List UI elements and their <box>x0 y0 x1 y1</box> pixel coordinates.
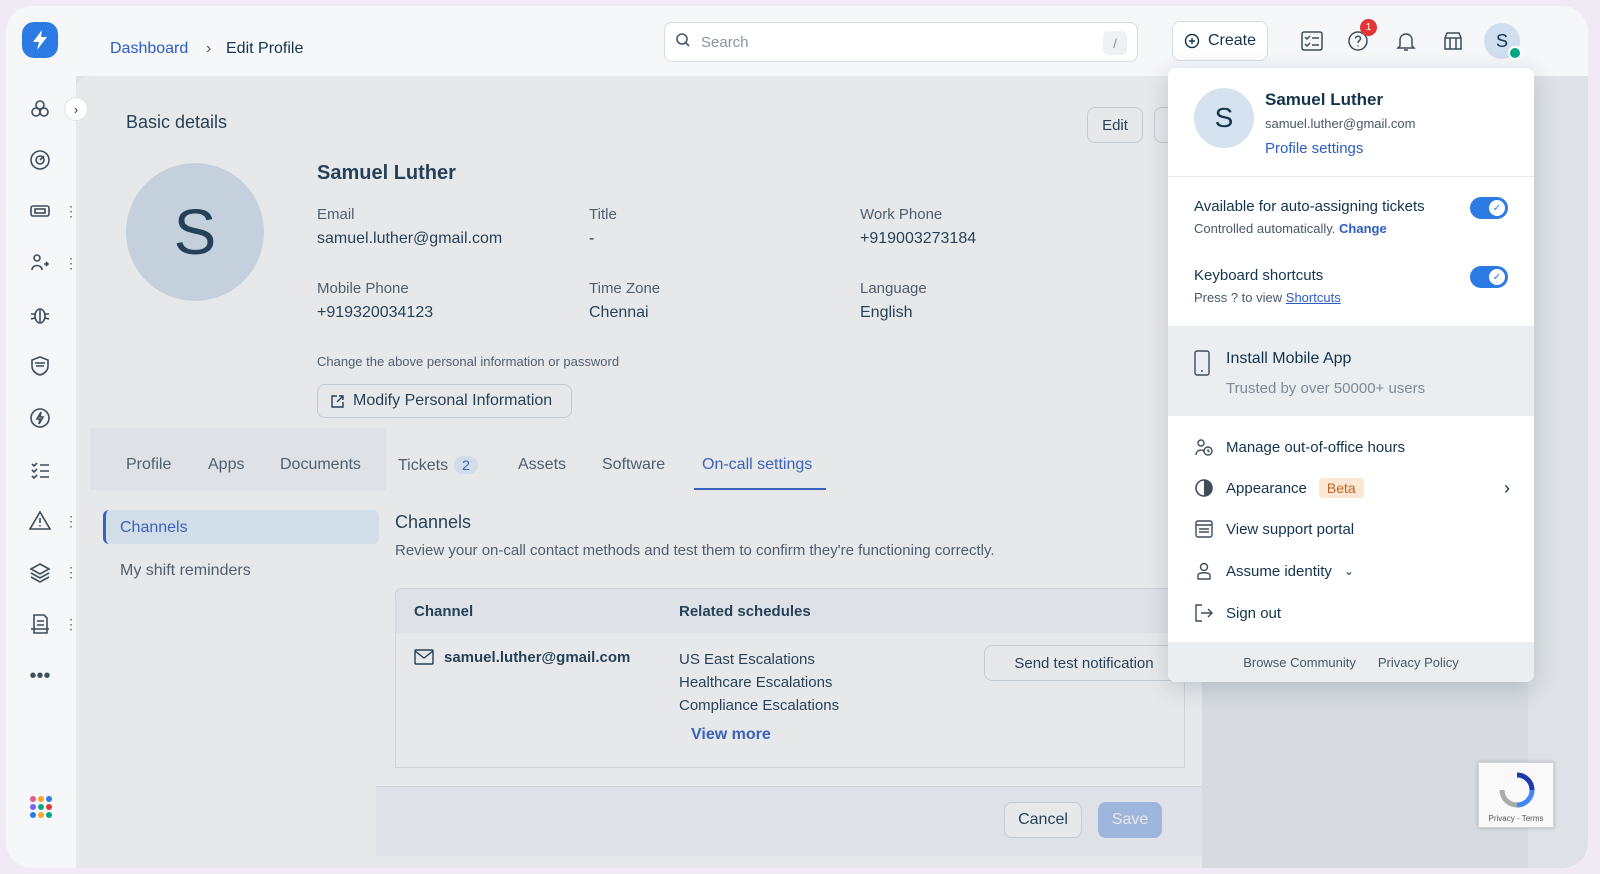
alert-more-icon[interactable]: ⋮ <box>64 513 78 529</box>
reports-icon[interactable] <box>27 611 53 637</box>
recaptcha-text: Privacy - Terms <box>1488 814 1544 823</box>
menu-avatar: S <box>1194 88 1254 148</box>
menu-footer: Browse Community Privacy Policy <box>1168 642 1534 682</box>
check-icon: ✓ <box>1489 269 1505 285</box>
beta-badge: Beta <box>1318 478 1364 498</box>
menu-user-name: Samuel Luther <box>1265 90 1384 109</box>
sign-out-icon <box>1194 603 1214 623</box>
presence-indicator <box>1508 46 1522 60</box>
changes-icon[interactable] <box>27 250 53 276</box>
speed-icon[interactable] <box>27 147 53 173</box>
mobile-phone-icon <box>1194 350 1210 381</box>
plus-circle-icon <box>1184 33 1200 49</box>
change-link[interactable]: Change <box>1339 221 1387 236</box>
appearance-icon <box>1194 478 1214 498</box>
privacy-policy-link[interactable]: Privacy Policy <box>1378 655 1459 670</box>
checklist-icon[interactable] <box>27 457 53 483</box>
auto-assign-sub-text: Controlled automatically. <box>1194 221 1336 236</box>
menu-item-assume-identity[interactable]: Assume identity ⌄ <box>1194 557 1514 585</box>
menu-item-label: Assume identity <box>1226 562 1332 580</box>
search-placeholder: Search <box>701 33 749 51</box>
shortcuts-label: Keyboard shortcuts <box>1194 267 1324 284</box>
menu-divider <box>1168 176 1534 177</box>
breadcrumb-separator-icon: › <box>206 40 212 57</box>
dashboard-icon[interactable] <box>27 96 53 122</box>
install-sub: Trusted by over 50000+ users <box>1226 380 1426 397</box>
menu-item-label: View support portal <box>1226 520 1355 538</box>
portal-icon <box>1194 519 1214 539</box>
tickets-more-icon[interactable]: ⋮ <box>64 203 78 219</box>
auto-assign-label: Available for auto-assigning tickets <box>1194 198 1425 215</box>
user-menu: S Samuel Luther samuel.luther@gmail.com … <box>1168 68 1534 682</box>
reports-more-icon[interactable]: ⋮ <box>64 616 78 632</box>
app-switcher-icon[interactable] <box>30 796 52 818</box>
create-label: Create <box>1207 32 1257 49</box>
menu-user-email: samuel.luther@gmail.com <box>1265 116 1416 131</box>
auto-assign-toggle[interactable]: ✓ <box>1470 197 1508 219</box>
menu-item-label: Manage out-of-office hours <box>1226 438 1405 456</box>
menu-item-label: Appearance <box>1226 479 1307 497</box>
menu-item-appearance[interactable]: Appearance Beta › <box>1194 474 1514 502</box>
recaptcha-icon <box>1499 772 1535 808</box>
search-shortcut-key: / <box>1103 31 1127 55</box>
breadcrumb-current: Edit Profile <box>226 40 304 57</box>
shortcuts-link[interactable]: Shortcuts <box>1286 290 1341 305</box>
recaptcha-badge[interactable]: Privacy - Terms <box>1478 762 1554 828</box>
left-nav-rail: ⋮ ⋮ ⋮ ⋮ ⋮ ••• <box>6 6 78 868</box>
auto-assign-sub: Controlled automatically. Change <box>1194 221 1387 236</box>
person-icon <box>1194 561 1214 581</box>
menu-item-out-of-office[interactable]: Manage out-of-office hours <box>1194 433 1514 461</box>
browse-community-link[interactable]: Browse Community <box>1243 655 1356 670</box>
tickets-icon[interactable] <box>27 198 53 224</box>
install-label: Install Mobile App <box>1226 350 1352 367</box>
approvals-icon[interactable] <box>1298 27 1326 55</box>
shortcuts-sub: Press ? to view Shortcuts <box>1194 290 1341 305</box>
shortcuts-toggle[interactable]: ✓ <box>1470 266 1508 288</box>
layers-icon[interactable] <box>27 559 53 585</box>
profile-settings-link[interactable]: Profile settings <box>1265 140 1363 157</box>
more-apps-icon[interactable]: ••• <box>27 663 53 689</box>
lightning-icon[interactable] <box>27 405 53 431</box>
changes-more-icon[interactable]: ⋮ <box>64 255 78 271</box>
install-app-item[interactable]: Install Mobile App Trusted by over 50000… <box>1168 326 1534 416</box>
store-icon[interactable] <box>1439 27 1467 55</box>
menu-item-support-portal[interactable]: View support portal <box>1194 515 1514 543</box>
search-icon <box>675 32 691 53</box>
out-of-office-icon <box>1194 437 1214 457</box>
shield-icon[interactable] <box>27 353 53 379</box>
layers-more-icon[interactable]: ⋮ <box>64 564 78 580</box>
help-badge: 1 <box>1360 19 1377 36</box>
alert-icon[interactable] <box>27 508 53 534</box>
chevron-down-icon: ⌄ <box>1343 564 1354 578</box>
create-button[interactable]: Create <box>1172 21 1268 61</box>
bell-icon[interactable] <box>1392 27 1420 55</box>
menu-item-label: Sign out <box>1226 604 1282 622</box>
chevron-right-icon: › <box>1504 477 1510 498</box>
search-input[interactable]: Search / <box>664 22 1138 62</box>
menu-item-sign-out[interactable]: Sign out <box>1194 599 1514 627</box>
expand-nav-button[interactable]: › <box>64 97 88 121</box>
shortcuts-sub-text: Press ? to view <box>1194 290 1283 305</box>
bug-icon[interactable] <box>27 302 53 328</box>
app-logo[interactable] <box>22 22 58 58</box>
breadcrumb-dashboard[interactable]: Dashboard <box>110 40 188 58</box>
check-icon: ✓ <box>1489 200 1505 216</box>
app-window: ⋮ ⋮ ⋮ ⋮ ⋮ ••• › Dashboard › Edit Profile… <box>6 6 1588 868</box>
